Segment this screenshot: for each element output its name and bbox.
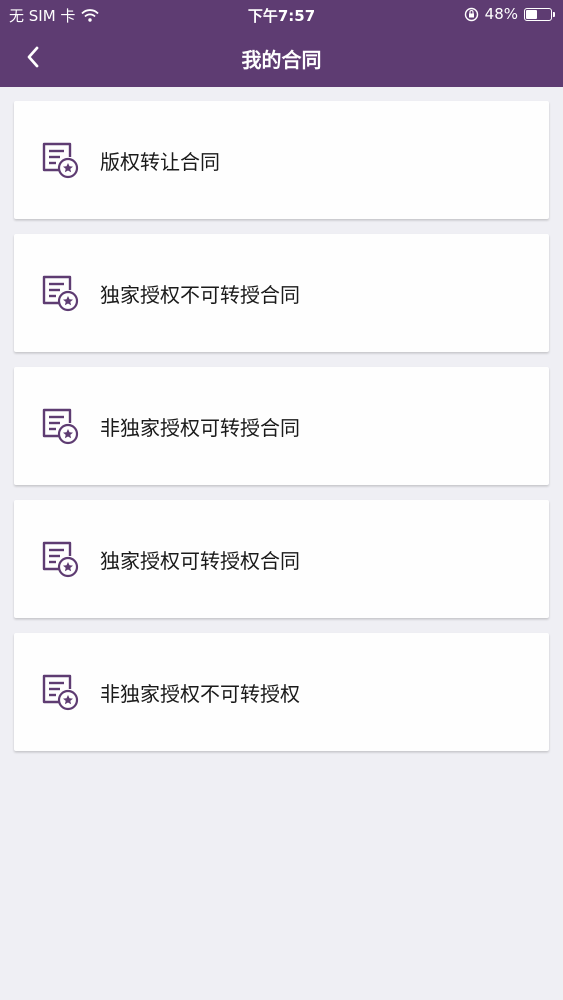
contract-label: 独家授权不可转授合同 xyxy=(100,282,300,307)
app-header: 无 SIM 卡 下午7:57 48% 我的合同 xyxy=(0,0,563,87)
nav-bar: 我的合同 xyxy=(0,30,563,87)
contract-star-icon xyxy=(42,674,79,711)
contract-label: 独家授权可转授权合同 xyxy=(100,548,300,573)
contract-item[interactable]: 独家授权可转授权合同 xyxy=(14,500,549,618)
orientation-lock-icon xyxy=(464,7,478,21)
contract-star-icon xyxy=(42,541,79,578)
contract-label: 非独家授权不可转授权 xyxy=(100,681,300,706)
contract-star-icon xyxy=(42,275,79,312)
battery-fill xyxy=(526,9,537,19)
status-right: 48% xyxy=(464,5,555,23)
page-title: 我的合同 xyxy=(241,48,322,72)
contract-list: 版权转让合同 独家授权不可转授合同 非独家授权可转授合同 独家授权可转授权合同 … xyxy=(14,101,549,766)
contract-star-icon xyxy=(42,408,79,445)
contract-item[interactable]: 非独家授权不可转授权 xyxy=(14,633,549,751)
contract-item[interactable]: 非独家授权可转授合同 xyxy=(14,367,549,485)
battery-percent: 48% xyxy=(484,5,518,23)
contract-item[interactable]: 独家授权不可转授合同 xyxy=(14,234,549,352)
contract-item[interactable]: 版权转让合同 xyxy=(14,101,549,219)
battery-icon xyxy=(524,7,552,21)
battery-tip xyxy=(553,11,555,17)
status-bar: 无 SIM 卡 下午7:57 48% xyxy=(0,0,563,30)
contract-star-icon xyxy=(42,142,79,179)
contract-label: 非独家授权可转授合同 xyxy=(100,415,300,440)
contract-label: 版权转让合同 xyxy=(100,149,220,174)
